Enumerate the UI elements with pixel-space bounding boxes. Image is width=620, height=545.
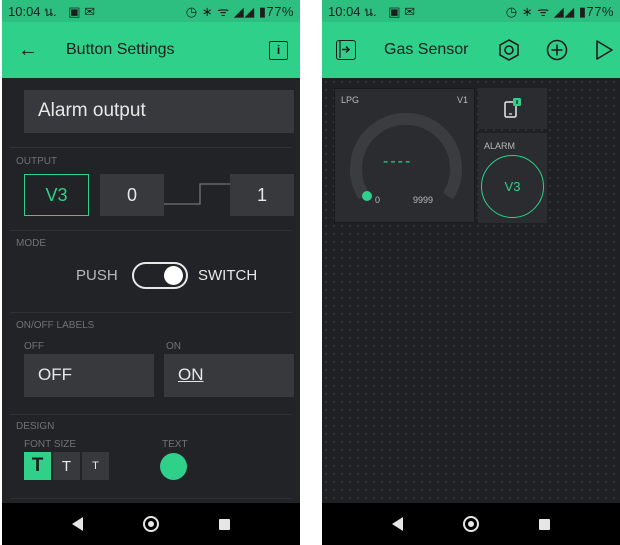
page-title: Button Settings (66, 41, 175, 58)
exit-arrow-glyph (339, 41, 351, 58)
notification-icons: ▣ ✉ (68, 3, 96, 19)
gauge-label: LPG (341, 95, 360, 105)
output-pin-button[interactable]: V3 (24, 174, 89, 216)
output-wave-icon (164, 183, 230, 205)
output-high-value[interactable]: 1 (230, 174, 294, 216)
button-settings-screen: 10:04 น. ▣ ✉ ◷ ∗ ᯤ ◢◢ ▮77% ← Button Sett… (2, 0, 300, 545)
mode-row: PUSH SWITCH (2, 260, 300, 290)
divider (10, 414, 292, 415)
android-nav-bar (2, 503, 300, 545)
app-bar: Gas Sensor (322, 22, 620, 78)
notification-icons: ▣ ✉ (388, 3, 416, 19)
info-icon[interactable]: i (269, 40, 288, 60)
font-size-large-button[interactable]: T (24, 452, 51, 480)
on-label-input[interactable]: ON (164, 354, 294, 397)
gauge-min: 0 (375, 195, 381, 205)
on-label-text: ON (178, 365, 204, 384)
settings-hex-icon[interactable] (498, 39, 520, 61)
mode-push-label[interactable]: PUSH (76, 267, 118, 284)
mode-section-label: MODE (16, 238, 46, 249)
widget-name-input[interactable]: Alarm output (24, 90, 294, 133)
labels-section-label: ON/OFF LABELS (16, 320, 95, 331)
status-bar: 10:04 น. ▣ ✉ ◷ ∗ ᯤ ◢◢ ▮77% (2, 0, 300, 22)
text-color-caption: TEXT (162, 439, 188, 450)
add-widget-icon[interactable] (546, 39, 568, 61)
play-icon[interactable] (594, 39, 614, 61)
on-label-caption: ON (166, 341, 181, 352)
gauge-pin: V1 (456, 95, 468, 105)
toggle-knob (164, 266, 183, 285)
mode-toggle[interactable] (132, 262, 188, 289)
divider (10, 312, 292, 313)
design-section-label: DESIGN (16, 421, 55, 432)
back-arrow-icon[interactable]: ← (18, 39, 38, 62)
status-bar: 10:04 น. ▣ ✉ ◷ ∗ ᯤ ◢◢ ▮77% (322, 0, 620, 22)
gauge-max: 9999 (413, 195, 434, 205)
nav-back-icon[interactable] (72, 517, 83, 531)
status-icons: ◷ ∗ ᯤ ◢◢ ▮77% (185, 4, 294, 19)
text-color-swatch[interactable] (160, 453, 187, 480)
gauge-value: ---- (383, 153, 413, 170)
status-time: 10:04 น. (328, 3, 377, 19)
off-label-caption: OFF (24, 341, 44, 352)
font-size-caption: FONT SIZE (24, 439, 77, 450)
gauge-widget[interactable]: LPG V1 ---- 0 9999 (334, 88, 475, 223)
app-bar: ← Button Settings i (2, 22, 300, 78)
output-low-value[interactable]: 0 (100, 174, 164, 216)
off-label-input[interactable]: OFF (24, 354, 154, 397)
divider (10, 498, 292, 499)
font-size-small-button[interactable]: T (82, 452, 109, 480)
nav-back-icon[interactable] (392, 517, 403, 531)
divider (10, 230, 292, 231)
status-icons: ◷ ∗ ᯤ ◢◢ ▮77% (505, 4, 614, 19)
notification-widget[interactable] (478, 88, 547, 129)
led-indicator: V3 (481, 155, 544, 218)
phone-notification-icon (504, 98, 521, 118)
nav-recents-icon[interactable] (219, 518, 230, 530)
android-nav-bar (322, 503, 620, 545)
nav-home-icon[interactable] (143, 516, 159, 532)
project-title: Gas Sensor (384, 41, 469, 58)
mode-switch-label[interactable]: SWITCH (198, 267, 257, 284)
led-widget[interactable]: ALARM V3 (478, 133, 547, 223)
gas-sensor-dashboard: 10:04 น. ▣ ✉ ◷ ∗ ᯤ ◢◢ ▮77% Gas Sensor LP… (322, 0, 620, 545)
nav-recents-icon[interactable] (539, 518, 550, 530)
exit-project-icon[interactable] (336, 40, 356, 60)
divider (10, 147, 292, 148)
font-size-medium-button[interactable]: T (53, 452, 80, 480)
status-time: 10:04 น. (8, 3, 57, 19)
nav-home-icon[interactable] (463, 516, 479, 532)
output-section-label: OUTPUT (16, 156, 58, 167)
led-label: ALARM (484, 141, 516, 151)
